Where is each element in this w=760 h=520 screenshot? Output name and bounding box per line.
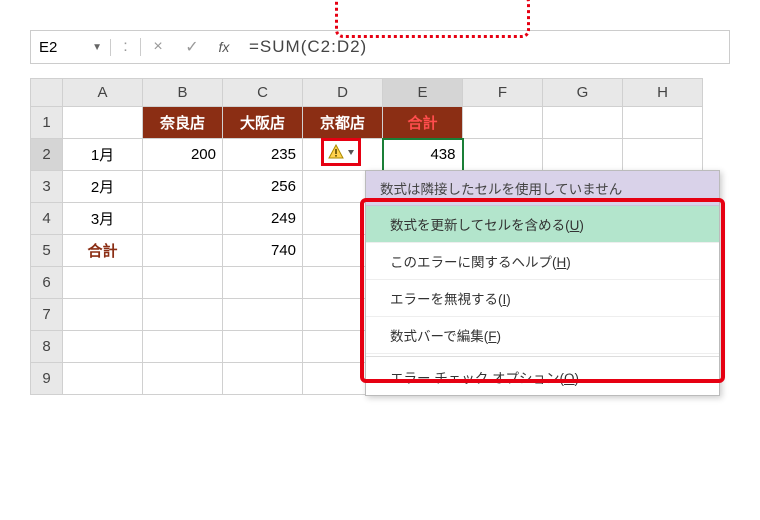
cell-B4[interactable] [143,203,223,235]
row-header-8[interactable]: 8 [31,331,63,363]
row-header-6[interactable]: 6 [31,267,63,299]
cell-H1[interactable] [623,107,703,139]
row-header-4[interactable]: 4 [31,203,63,235]
cell-E1[interactable]: 合計 [383,107,463,139]
cell-C5[interactable]: 740 [223,235,303,267]
row-header-1[interactable]: 1 [31,107,63,139]
menu-item-update-formula[interactable]: 数式を更新してセルを含める(U) [366,206,719,243]
cell-E2[interactable]: 438 [383,139,463,171]
chevron-down-icon[interactable]: ▼ [92,42,102,53]
cell-B3[interactable] [143,171,223,203]
cell-A4[interactable]: 3月 [63,203,143,235]
col-header-E[interactable]: E [383,79,463,107]
error-smart-tag[interactable] [321,138,361,166]
col-header-C[interactable]: C [223,79,303,107]
menu-item-help[interactable]: このエラーに関するヘルプ(H) [366,243,719,280]
row-header-9[interactable]: 9 [31,363,63,395]
cell-F2[interactable] [463,139,543,171]
cell-G1[interactable] [543,107,623,139]
name-box[interactable]: E2 ▼ [31,39,111,56]
cell-B5[interactable] [143,235,223,267]
cell-A9[interactable] [63,363,143,395]
cell-C4[interactable]: 249 [223,203,303,235]
cell-A2[interactable]: 1月 [63,139,143,171]
cell-G2[interactable] [543,139,623,171]
cell-A5[interactable]: 合計 [63,235,143,267]
cell-A6[interactable] [63,267,143,299]
row-header-3[interactable]: 3 [31,171,63,203]
cell-B9[interactable] [143,363,223,395]
cell-C3[interactable]: 256 [223,171,303,203]
row-header-2[interactable]: 2 [31,139,63,171]
highlight-formula [335,0,530,38]
menu-header: 数式は隣接したセルを使用していません [366,171,719,206]
cell-C9[interactable] [223,363,303,395]
formula-input[interactable]: =SUM(C2:D2) [239,37,729,57]
select-all-corner[interactable] [31,79,63,107]
cell-C2[interactable]: 235 [223,139,303,171]
col-header-H[interactable]: H [623,79,703,107]
cell-F1[interactable] [463,107,543,139]
row-header-7[interactable]: 7 [31,299,63,331]
menu-item-ignore[interactable]: エラーを無視する(I) [366,280,719,317]
name-box-value: E2 [39,39,57,56]
cell-A3[interactable]: 2月 [63,171,143,203]
cell-C6[interactable] [223,267,303,299]
row-header-5[interactable]: 5 [31,235,63,267]
expand-icon[interactable]: : [111,38,141,56]
cell-B7[interactable] [143,299,223,331]
cell-B1[interactable]: 奈良店 [143,107,223,139]
cell-C7[interactable] [223,299,303,331]
confirm-icon[interactable]: ✓ [175,37,209,57]
cell-B6[interactable] [143,267,223,299]
cell-B8[interactable] [143,331,223,363]
col-header-F[interactable]: F [463,79,543,107]
spreadsheet-grid[interactable]: A B C D E F G H 1 奈良店 大阪店 京都店 合計 [30,78,730,395]
menu-item-options[interactable]: エラー チェック オプション(O)... [366,359,719,395]
col-header-A[interactable]: A [63,79,143,107]
menu-separator [366,356,719,357]
chevron-down-icon [348,150,354,155]
col-header-G[interactable]: G [543,79,623,107]
cell-H2[interactable] [623,139,703,171]
warning-icon [328,144,344,160]
menu-item-edit-formula-bar[interactable]: 数式バーで編集(F) [366,317,719,354]
cell-B2[interactable]: 200 [143,139,223,171]
error-context-menu: 数式は隣接したセルを使用していません 数式を更新してセルを含める(U) このエラ… [365,170,720,396]
cell-C8[interactable] [223,331,303,363]
col-header-D[interactable]: D [303,79,383,107]
fx-icon[interactable]: fx [209,39,239,55]
cell-A8[interactable] [63,331,143,363]
cancel-icon[interactable]: × [141,38,175,56]
cell-A1[interactable] [63,107,143,139]
cell-A7[interactable] [63,299,143,331]
cell-C1[interactable]: 大阪店 [223,107,303,139]
cell-D1[interactable]: 京都店 [303,107,383,139]
col-header-B[interactable]: B [143,79,223,107]
